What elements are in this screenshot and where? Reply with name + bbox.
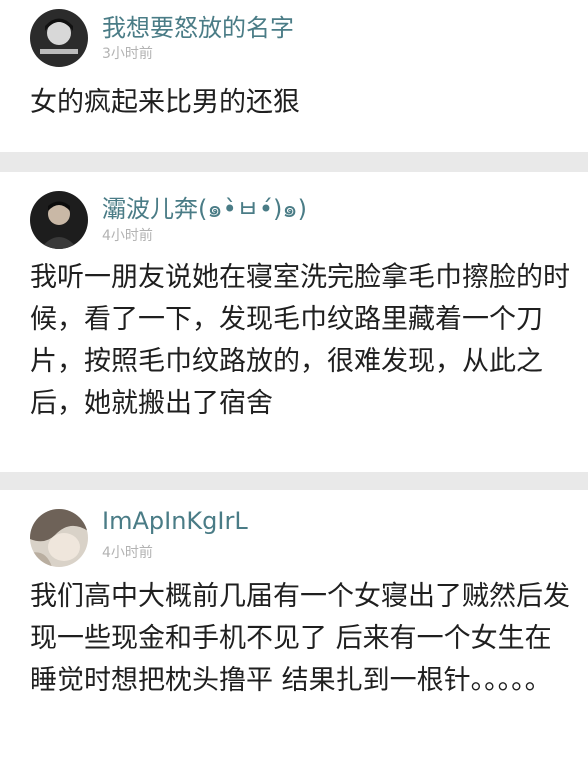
comment-feed: 我想要怒放的名字 3小时前 女的疯起来比男的还狠 灞波儿奔(๑•̀ㅂ•́)๑) … — [0, 0, 588, 775]
comment-text: 女的疯起来比男的还狠 — [30, 87, 300, 118]
user-avatar[interactable] — [30, 9, 88, 67]
comment-card: 我想要怒放的名字 3小时前 女的疯起来比男的还狠 — [0, 0, 588, 152]
user-avatar[interactable] — [30, 191, 88, 249]
comment-card: ImApInKgIrL 4小时前 我们高中大概前几届有一个女寝出了贼然后发现一些… — [0, 490, 588, 775]
comment-card: 灞波儿奔(๑•̀ㅂ•́)๑) 4小时前 我听一朋友说她在寝室洗完脸拿毛巾擦脸的时… — [0, 172, 588, 472]
user-avatar[interactable] — [30, 509, 88, 567]
comment-time: 3小时前 — [102, 46, 153, 62]
comment-text: 我听一朋友说她在寝室洗完脸拿毛巾擦脸的时候，看了一下，发现毛巾纹路里藏着一个刀片… — [30, 262, 570, 419]
comment-time: 4小时前 — [102, 228, 153, 244]
comment-time: 4小时前 — [102, 545, 153, 561]
username[interactable]: 我想要怒放的名字 — [102, 8, 294, 43]
username[interactable]: 灞波儿奔(๑•̀ㅂ•́)๑) — [102, 189, 307, 228]
username[interactable]: ImApInKgIrL — [102, 507, 248, 535]
comment-text: 我们高中大概前几届有一个女寝出了贼然后发现一些现金和手机不见了 后来有一个女生在… — [30, 581, 570, 696]
